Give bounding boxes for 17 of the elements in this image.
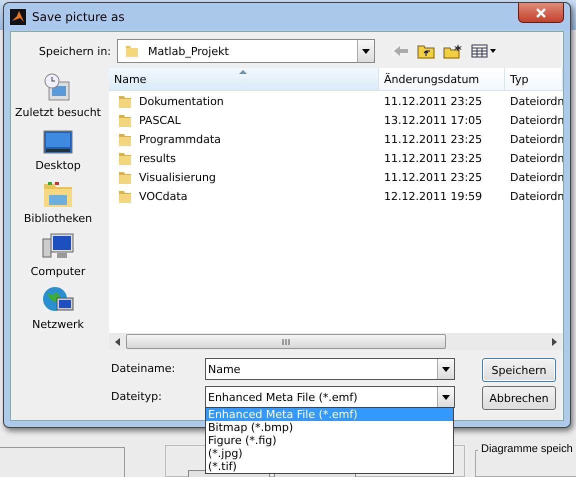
file-date: 11.12.2011 23:25 [383, 95, 484, 108]
place-label: Desktop [35, 159, 81, 172]
window-title: Save picture as [32, 10, 125, 24]
file-date: 11.12.2011 23:25 [383, 152, 484, 165]
file-date: 12.12.2011 19:59 [383, 190, 484, 203]
place-label: Netzwerk [32, 318, 84, 331]
file-date: 11.12.2011 23:25 [383, 171, 484, 184]
group-title: Diagramme speich [478, 443, 576, 455]
place-label: Bibliotheken [24, 212, 92, 225]
place-label: Computer [30, 265, 86, 278]
filename-label: Dateiname: [111, 361, 176, 377]
place-label: Zuletzt besucht [14, 106, 101, 119]
file-date: 13.12.2011 17:05 [383, 114, 484, 127]
location-value: Matlab_Projekt [147, 44, 230, 58]
filetype-label: Dateityp: [111, 389, 163, 405]
location-label: Speichern in: [38, 44, 112, 58]
file-date: 11.12.2011 23:25 [383, 133, 484, 146]
